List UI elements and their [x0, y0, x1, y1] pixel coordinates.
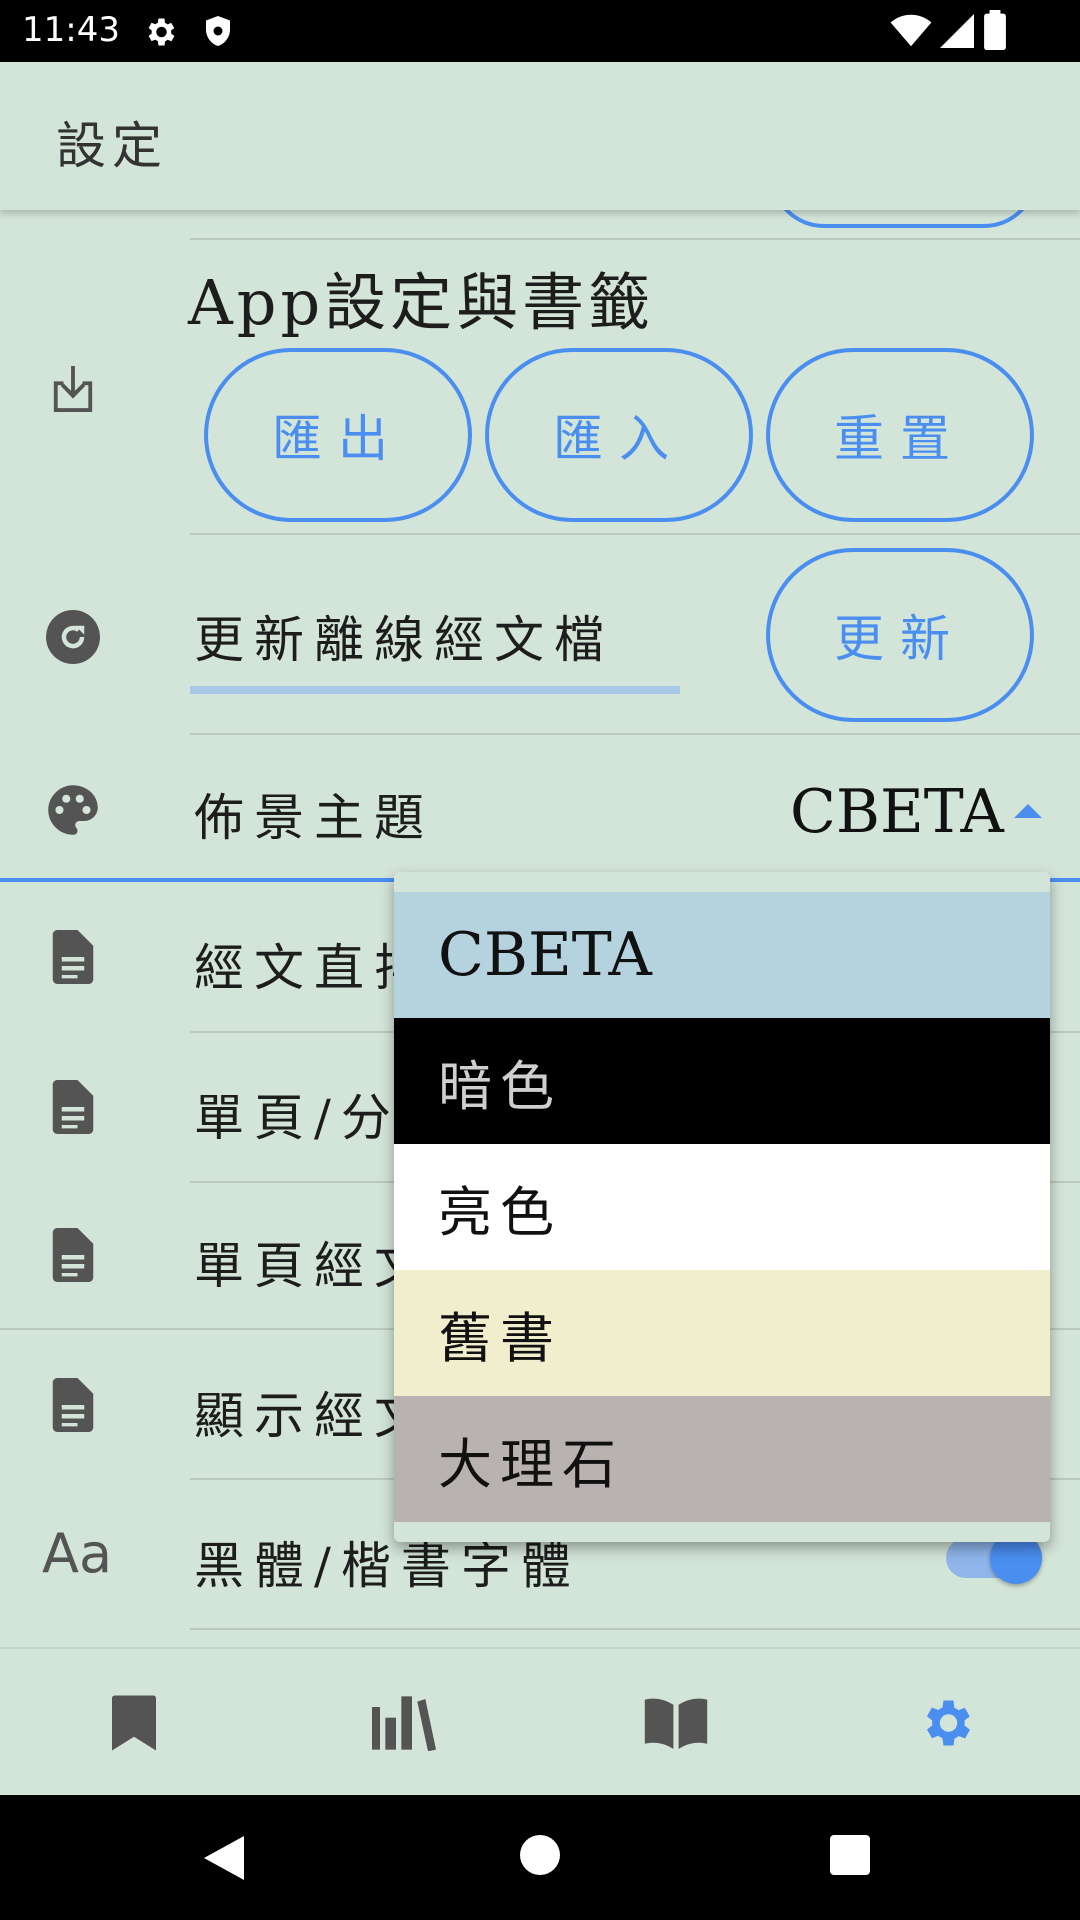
theme-option-dark[interactable]: 暗色: [394, 1018, 1050, 1144]
wifi-icon: [890, 14, 932, 47]
system-navigation-bar: [0, 1795, 1080, 1920]
document-icon: [52, 1378, 94, 1432]
home-icon[interactable]: [520, 1835, 560, 1875]
font-size-icon: Aa: [42, 1522, 113, 1585]
font-toggle[interactable]: [946, 1532, 1042, 1584]
download-file-icon: [53, 366, 93, 412]
export-button[interactable]: 匯出: [204, 348, 472, 522]
app-header: 設定: [0, 62, 1080, 210]
offline-text-field[interactable]: 更新離線經文檔: [190, 596, 680, 694]
reset-button[interactable]: 重置: [766, 348, 1034, 522]
settings-gear-icon: [148, 18, 175, 46]
status-time: 11:43: [22, 10, 120, 50]
refresh-icon: [46, 610, 100, 664]
open-book-icon[interactable]: [644, 1697, 708, 1749]
shield-icon: [206, 16, 230, 46]
theme-option-light[interactable]: 亮色: [394, 1144, 1050, 1270]
theme-selected-value: CBETA: [790, 777, 1004, 847]
theme-option-label: 大理石: [438, 1432, 624, 1496]
theme-option-marble[interactable]: 大理石: [394, 1396, 1050, 1522]
page-title: 設定: [56, 117, 168, 175]
import-button[interactable]: 匯入: [485, 348, 753, 522]
theme-option-label: 暗色: [438, 1054, 562, 1118]
theme-option-cbeta[interactable]: CBETA: [394, 892, 1050, 1018]
theme-option-oldbook[interactable]: 舊書: [394, 1270, 1050, 1396]
backup-title: App設定與書籤: [188, 266, 655, 339]
settings-gear-icon[interactable]: [916, 1693, 976, 1753]
document-icon: [52, 930, 94, 984]
theme-option-label: CBETA: [438, 920, 652, 990]
theme-option-label: 舊書: [438, 1306, 562, 1370]
battery-icon: [984, 10, 1006, 50]
theme-label: 佈景主題: [194, 789, 434, 847]
back-icon[interactable]: [204, 1835, 244, 1881]
document-icon: [52, 1228, 94, 1282]
update-button[interactable]: 更新: [766, 548, 1034, 722]
divider: [190, 238, 1080, 240]
theme-select[interactable]: CBETA: [790, 772, 1042, 852]
status-bar: 11:43: [0, 0, 1080, 62]
divider: [190, 733, 1080, 735]
bookmark-icon[interactable]: [112, 1695, 156, 1751]
offline-field-text: 更新離線經文檔: [194, 611, 614, 669]
divider: [190, 533, 1080, 535]
document-icon: [52, 1080, 94, 1134]
recents-icon[interactable]: [830, 1835, 870, 1875]
theme-option-label: 亮色: [438, 1180, 562, 1244]
bottom-navigation: [0, 1647, 1080, 1797]
theme-dropdown-menu: CBETA 暗色 亮色 舊書 大理石: [394, 872, 1050, 1542]
palette-icon: [48, 785, 98, 835]
caret-up-icon: [1013, 804, 1042, 818]
divider: [190, 1628, 1080, 1630]
cellular-signal-icon: [940, 14, 974, 48]
library-icon[interactable]: [372, 1695, 436, 1751]
